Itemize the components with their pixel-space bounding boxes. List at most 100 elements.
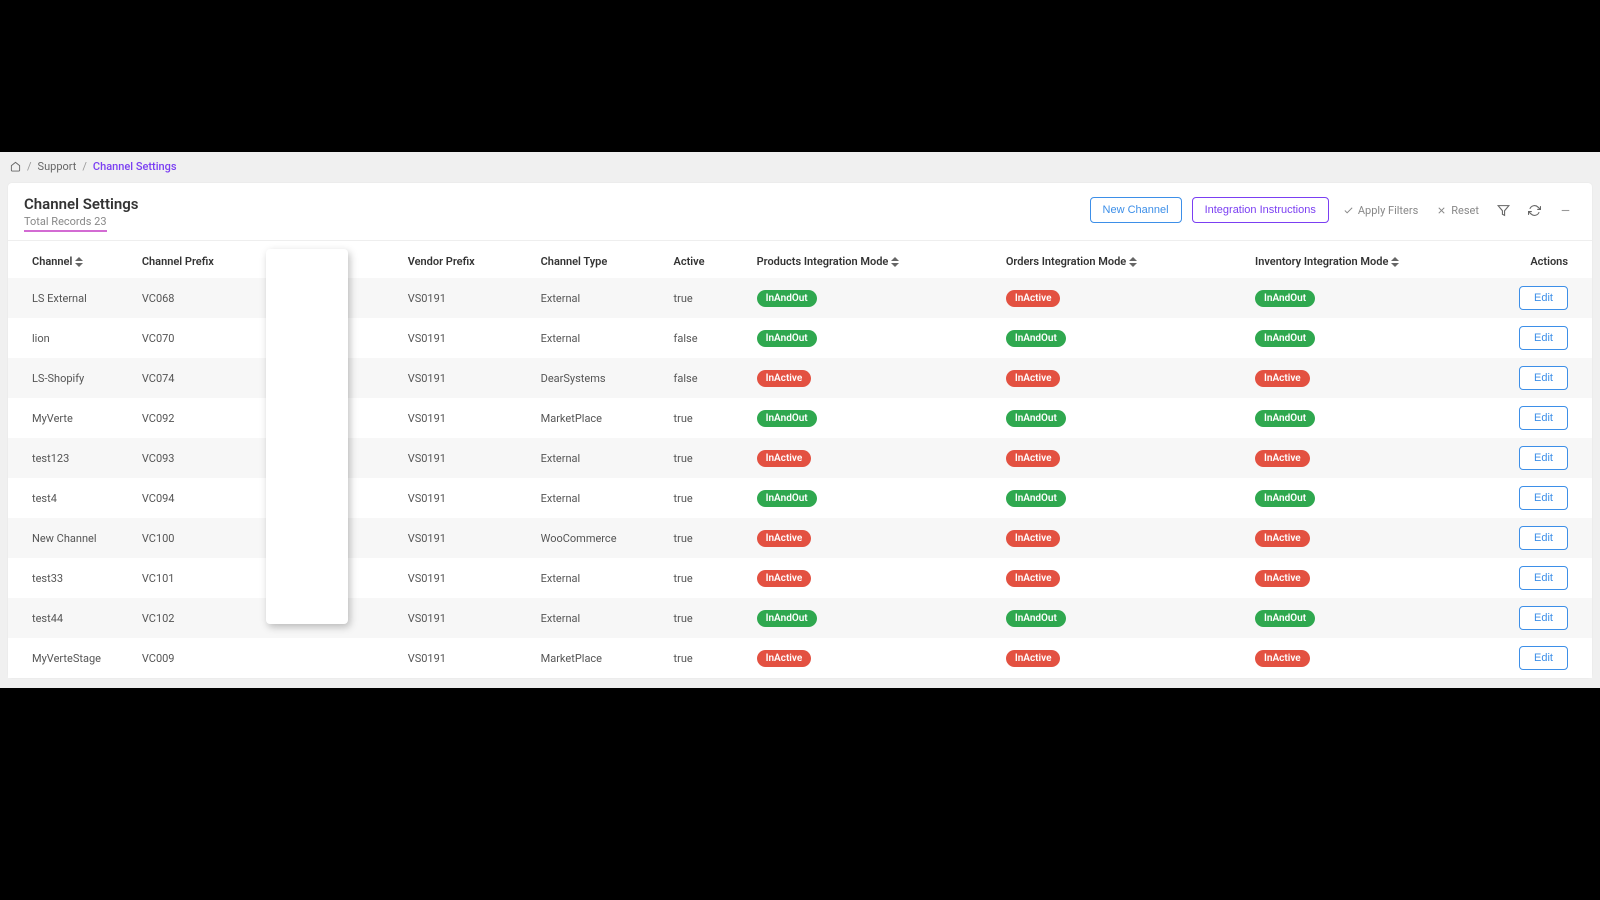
cell-actions: Edit xyxy=(1492,278,1592,318)
cell-products-mode: InAndOut xyxy=(745,478,994,518)
cell-actions: Edit xyxy=(1492,438,1592,478)
integration-instructions-button[interactable]: Integration Instructions xyxy=(1192,197,1329,223)
cell-orders-mode: InAndOut xyxy=(994,478,1243,518)
cell-vendor-prefix: VS0191 xyxy=(396,518,529,558)
table-row: test4VC094VS0191ExternaltrueInAndOutInAn… xyxy=(8,478,1592,518)
cell-inventory-mode: InActive xyxy=(1243,558,1492,598)
cell-inventory-mode: InAndOut xyxy=(1243,278,1492,318)
apply-filters-button[interactable]: Apply Filters xyxy=(1339,200,1422,221)
cell-channel-type: External xyxy=(529,558,662,598)
home-icon[interactable] xyxy=(10,161,21,172)
edit-button[interactable]: Edit xyxy=(1519,326,1568,350)
edit-button[interactable]: Edit xyxy=(1519,606,1568,630)
breadcrumb-support[interactable]: Support xyxy=(38,160,77,173)
status-pill: InAndOut xyxy=(1255,290,1315,307)
cell-channel: test123 xyxy=(8,438,130,478)
card-header: Channel Settings Total Records 23 New Ch… xyxy=(8,183,1592,241)
page-title: Channel Settings xyxy=(24,195,139,213)
status-pill: InAndOut xyxy=(1255,610,1315,627)
col-header-channel-type[interactable]: Channel Type xyxy=(529,241,662,278)
status-pill: InAndOut xyxy=(1006,490,1066,507)
col-header-active[interactable]: Active xyxy=(662,241,745,278)
cell-orders-mode: InAndOut xyxy=(994,318,1243,358)
edit-button[interactable]: Edit xyxy=(1519,646,1568,670)
status-pill: InActive xyxy=(1255,450,1310,467)
channel-settings-card: Channel Settings Total Records 23 New Ch… xyxy=(8,183,1592,678)
status-pill: InAndOut xyxy=(1255,410,1315,427)
status-pill: InAndOut xyxy=(1255,490,1315,507)
new-channel-button[interactable]: New Channel xyxy=(1090,197,1182,223)
cell-orders-mode: InActive xyxy=(994,518,1243,558)
cell-channel: MyVerte xyxy=(8,398,130,438)
edit-button[interactable]: Edit xyxy=(1519,366,1568,390)
col-header-inventory-mode[interactable]: Inventory Integration Mode xyxy=(1243,241,1492,278)
edit-button[interactable]: Edit xyxy=(1519,566,1568,590)
col-header-products-mode[interactable]: Products Integration Mode xyxy=(745,241,994,278)
col-header-channel-prefix[interactable]: Channel Prefix xyxy=(130,241,274,278)
cell-inventory-mode: InActive xyxy=(1243,638,1492,678)
cell-channel-prefix: VC093 xyxy=(130,438,274,478)
cell-channel-type: MarketPlace xyxy=(529,398,662,438)
status-pill: InActive xyxy=(1255,370,1310,387)
cell-inventory-mode: InAndOut xyxy=(1243,478,1492,518)
cell-actions: Edit xyxy=(1492,558,1592,598)
table-row: lionVC070VS0191ExternalfalseInAndOutInAn… xyxy=(8,318,1592,358)
status-pill: InAndOut xyxy=(757,610,817,627)
breadcrumb-separator: / xyxy=(82,160,87,173)
cell-vendor-prefix: VS0191 xyxy=(396,598,529,638)
total-records: Total Records 23 xyxy=(24,215,107,232)
cell-vendor-prefix: VS0191 xyxy=(396,438,529,478)
cell-channel-prefix: VC094 xyxy=(130,478,274,518)
cell-orders-mode: InActive xyxy=(994,438,1243,478)
edit-button[interactable]: Edit xyxy=(1519,406,1568,430)
vendor-dropdown-panel[interactable] xyxy=(266,249,348,624)
status-pill: InAndOut xyxy=(1006,410,1066,427)
cell-active: false xyxy=(662,318,745,358)
cell-products-mode: InAndOut xyxy=(745,278,994,318)
cell-channel-type: External xyxy=(529,478,662,518)
cell-products-mode: InActive xyxy=(745,558,994,598)
status-pill: InActive xyxy=(757,370,812,387)
col-header-channel[interactable]: Channel xyxy=(8,241,130,278)
cell-active: true xyxy=(662,638,745,678)
cell-vendor-prefix: VS0191 xyxy=(396,478,529,518)
collapse-icon[interactable] xyxy=(1555,200,1576,221)
status-pill: InActive xyxy=(757,450,812,467)
cell-products-mode: InActive xyxy=(745,518,994,558)
cell-actions: Edit xyxy=(1492,478,1592,518)
cell-orders-mode: InActive xyxy=(994,278,1243,318)
cell-channel-type: External xyxy=(529,598,662,638)
cell-channel: MyVerteStage xyxy=(8,638,130,678)
col-header-vendor-prefix[interactable]: Vendor Prefix xyxy=(396,241,529,278)
cell-channel-prefix: VC070 xyxy=(130,318,274,358)
sort-icon xyxy=(1129,257,1137,267)
filter-icon[interactable] xyxy=(1493,200,1514,221)
status-pill: InActive xyxy=(1255,650,1310,667)
col-header-orders-mode[interactable]: Orders Integration Mode xyxy=(994,241,1243,278)
cell-channel-type: WooCommerce xyxy=(529,518,662,558)
refresh-icon[interactable] xyxy=(1524,200,1545,221)
cell-channel: test4 xyxy=(8,478,130,518)
table-row: MyVerteStageVC009VS0191MarketPlacetrueIn… xyxy=(8,638,1592,678)
cell-channel: LS-Shopify xyxy=(8,358,130,398)
edit-button[interactable]: Edit xyxy=(1519,486,1568,510)
status-pill: InActive xyxy=(1255,530,1310,547)
cell-active: true xyxy=(662,558,745,598)
cell-products-mode: InAndOut xyxy=(745,318,994,358)
reset-button[interactable]: Reset xyxy=(1432,200,1483,221)
cell-channel-type: External xyxy=(529,318,662,358)
cell-active: true xyxy=(662,598,745,638)
cell-active: true xyxy=(662,278,745,318)
cell-products-mode: InActive xyxy=(745,358,994,398)
cell-inventory-mode: InActive xyxy=(1243,358,1492,398)
channel-table: Channel Channel Prefix Vendor Vendor Pre… xyxy=(8,241,1592,678)
cell-actions: Edit xyxy=(1492,318,1592,358)
edit-button[interactable]: Edit xyxy=(1519,286,1568,310)
cell-actions: Edit xyxy=(1492,358,1592,398)
edit-button[interactable]: Edit xyxy=(1519,526,1568,550)
status-pill: InAndOut xyxy=(757,490,817,507)
cell-channel: test33 xyxy=(8,558,130,598)
cell-channel-type: MarketPlace xyxy=(529,638,662,678)
status-pill: InActive xyxy=(757,530,812,547)
edit-button[interactable]: Edit xyxy=(1519,446,1568,470)
